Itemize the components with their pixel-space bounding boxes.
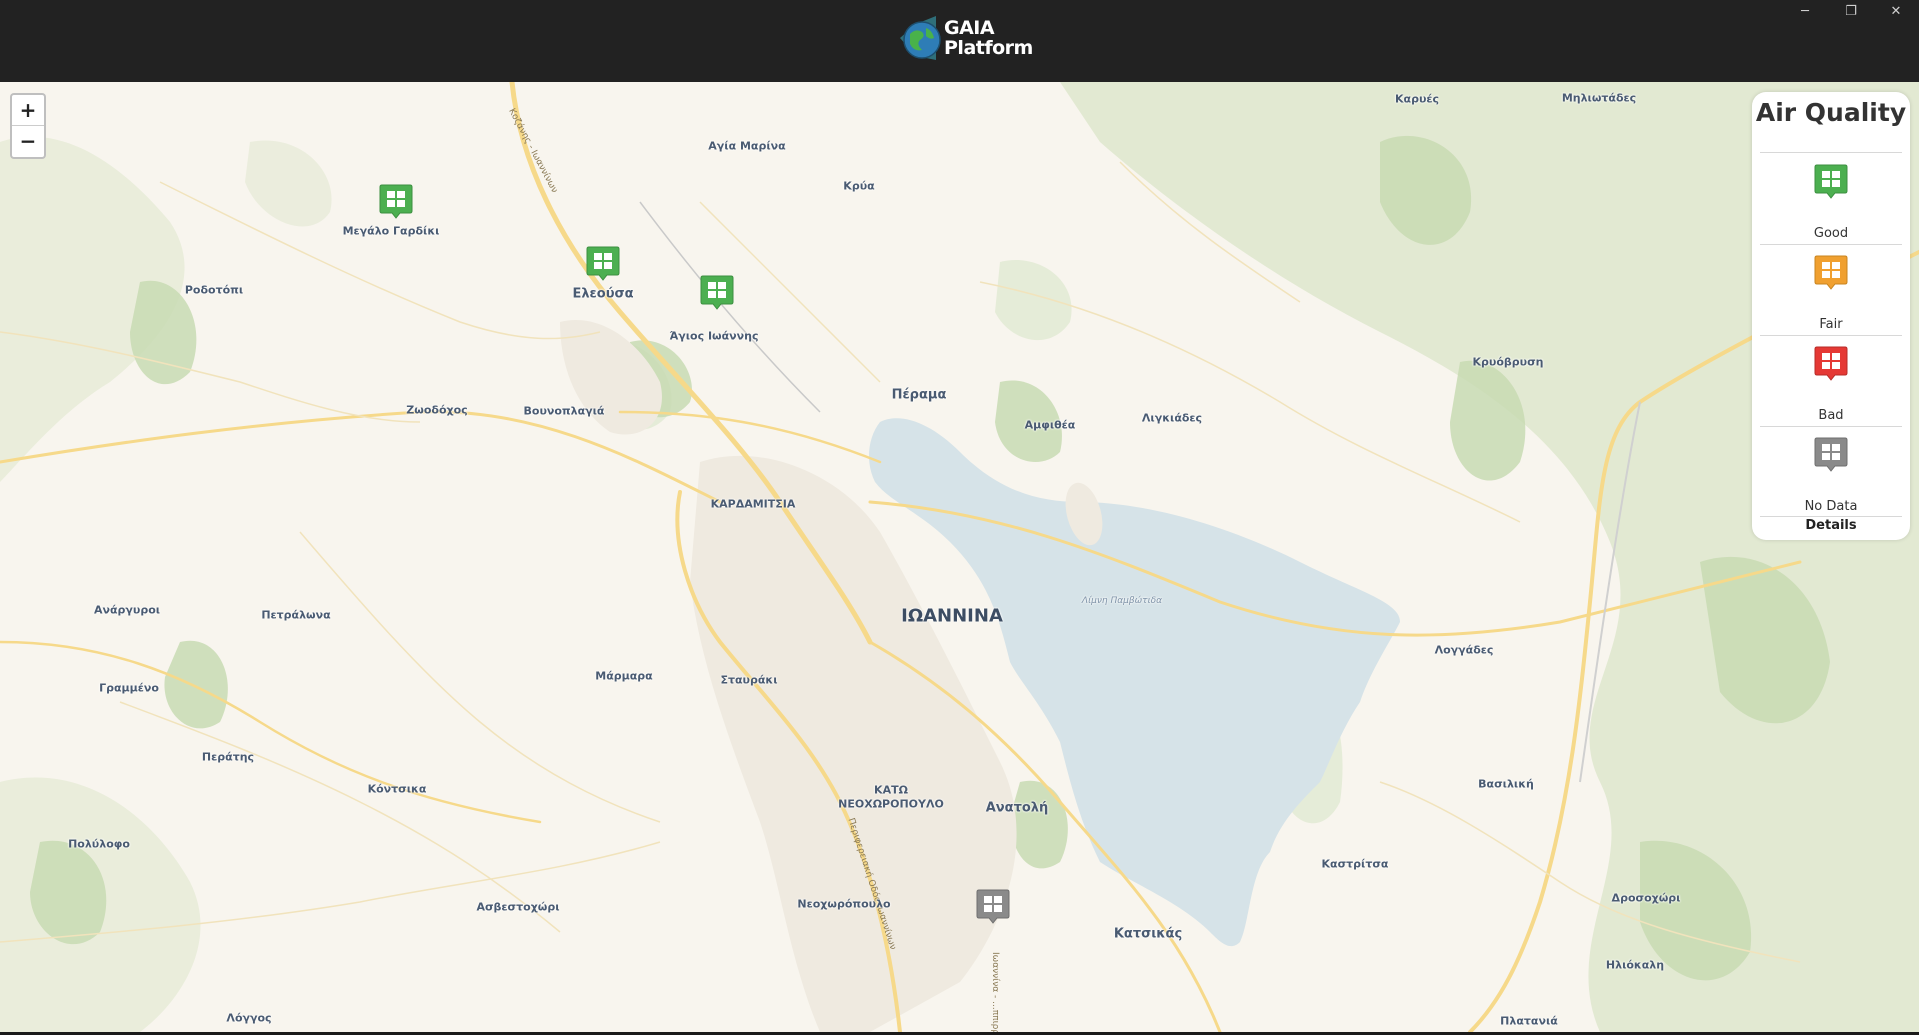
- place-kontsika: Κόντσικα: [367, 782, 427, 796]
- place-loggos: Λόγγος: [226, 1011, 272, 1025]
- legend-item-fair: Fair: [1752, 245, 1910, 335]
- place-vounoplagia: Βουνοπλαγιά: [523, 404, 605, 418]
- place-eleousa: Ελεούσα: [572, 286, 634, 302]
- station-marker-ioannina-south[interactable]: [976, 889, 1010, 925]
- place-rodotopi: Ροδοτόπι: [184, 283, 244, 297]
- place-marmara: Μάρμαρα: [595, 669, 653, 683]
- place-kastritsa: Καστρίτσα: [1321, 857, 1389, 871]
- legend-divider: [1760, 152, 1902, 153]
- place-zoodochos: Ζωοδόχος: [406, 403, 468, 417]
- place-loggades: Λογγάδες: [1434, 643, 1494, 657]
- close-button[interactable]: ✕: [1873, 0, 1919, 22]
- air-quality-good-icon: [379, 184, 413, 219]
- place-krya: Κρύα: [843, 179, 875, 193]
- road-label-lower: Ιωαννίνα - ...ππιρρο: [990, 952, 1000, 1032]
- legend-label-fair: Fair: [1819, 317, 1843, 332]
- legend-label-bad: Bad: [1818, 408, 1844, 423]
- legend-item-bad: Bad: [1752, 336, 1910, 426]
- place-ligkiades: Λιγκιάδες: [1141, 411, 1203, 425]
- place-milotades: Μηλιωτάδες: [1561, 91, 1637, 105]
- air-quality-good-icon: [586, 246, 620, 281]
- air-quality-fair-icon: [1814, 255, 1848, 290]
- zoom-out-button[interactable]: −: [12, 126, 44, 156]
- map-canvas[interactable]: Κοζάνης - Ιωαννίνων Περιφερειακή Οδός Ιω…: [0, 82, 1919, 1032]
- place-platania: Πλατανιά: [1500, 1014, 1558, 1028]
- air-quality-no-data-icon: [1814, 437, 1848, 472]
- place-iliokali: Ηλιόκαλη: [1605, 958, 1665, 972]
- place-lake-pamvotida: Λίμνη Παμβώτιδα: [1081, 596, 1163, 606]
- legend-label-good: Good: [1813, 226, 1849, 241]
- place-neochoropoulo: Νεοχωρόπουλο: [797, 897, 891, 911]
- legend-item-good: Good: [1752, 154, 1910, 244]
- place-polylofo: Πολύλοφο: [68, 837, 130, 851]
- globe-icon: [900, 16, 941, 60]
- air-quality-good-icon: [1814, 164, 1848, 199]
- place-agios-ioannis: Άγιος Ιωάννης: [669, 329, 759, 343]
- place-drosochori: Δροσοχώρι: [1611, 891, 1681, 905]
- place-ioannina: ΙΩΑΝΝΙΝΑ: [901, 605, 1003, 627]
- minimize-button[interactable]: ─: [1782, 0, 1828, 22]
- place-kryovrysi: Κρυόβρυση: [1472, 355, 1544, 369]
- place-vasiliki: Βασιλική: [1478, 777, 1534, 791]
- logo-line-1: GAIA: [944, 17, 995, 39]
- legend-title: Air Quality: [1755, 98, 1907, 127]
- place-peratis: Περάτης: [201, 750, 255, 764]
- legend-divider: [1760, 516, 1902, 517]
- place-katsikas: Κατσικάς: [1113, 926, 1183, 942]
- place-perama: Πέραμα: [891, 387, 947, 403]
- gaia-platform-logo: GAIA Platform: [896, 12, 1033, 66]
- station-marker-eleousa[interactable]: [586, 246, 620, 282]
- title-bar: GAIA Platform ─ ❐ ✕: [0, 0, 1919, 82]
- logo-line-2: Platform: [944, 37, 1033, 59]
- air-quality-no-data-icon: [976, 889, 1010, 924]
- place-kato-line-1: ΚΑΤΩ: [874, 783, 908, 797]
- legend-item-no-data: No Data: [1752, 427, 1910, 517]
- zoom-in-button[interactable]: +: [12, 95, 44, 126]
- place-petralona: Πετράλωνα: [261, 608, 331, 622]
- place-kato-line-2: ΝΕΟΧΩΡΟΠΟΥΛΟ: [838, 797, 944, 811]
- air-quality-bad-icon: [1814, 346, 1848, 381]
- air-quality-good-icon: [700, 275, 734, 310]
- place-anatoli: Ανατολή: [985, 800, 1049, 816]
- place-agia-marina: Αγία Μαρίνα: [708, 139, 786, 153]
- place-amfithea: Αμφιθέα: [1024, 418, 1076, 432]
- place-anargyroi: Ανάργυροι: [93, 603, 161, 617]
- place-megalo-gardiki: Μεγάλο Γαρδίκι: [342, 224, 440, 238]
- restore-button[interactable]: ❐: [1828, 0, 1874, 22]
- map-base-layer: [0, 82, 1919, 1032]
- place-asvestochori: Ασβεστοχώρι: [476, 900, 560, 914]
- place-stavraki: Σταυράκι: [720, 673, 778, 687]
- place-karyes: Καρυές: [1394, 92, 1440, 106]
- station-marker-agios-ioannis[interactable]: [700, 275, 734, 311]
- place-kardamitsia: ΚΑΡΔΑΜΙΤΣΙΑ: [710, 497, 796, 511]
- place-grammeno: Γραμμένο: [99, 681, 159, 695]
- details-button[interactable]: Details: [1752, 518, 1910, 533]
- station-marker-megalo-gardiki[interactable]: [379, 184, 413, 220]
- air-quality-legend: Air Quality Good Fair Bad No Data Detail…: [1752, 92, 1910, 540]
- legend-label-no-data: No Data: [1804, 499, 1858, 514]
- zoom-control: + −: [10, 93, 46, 159]
